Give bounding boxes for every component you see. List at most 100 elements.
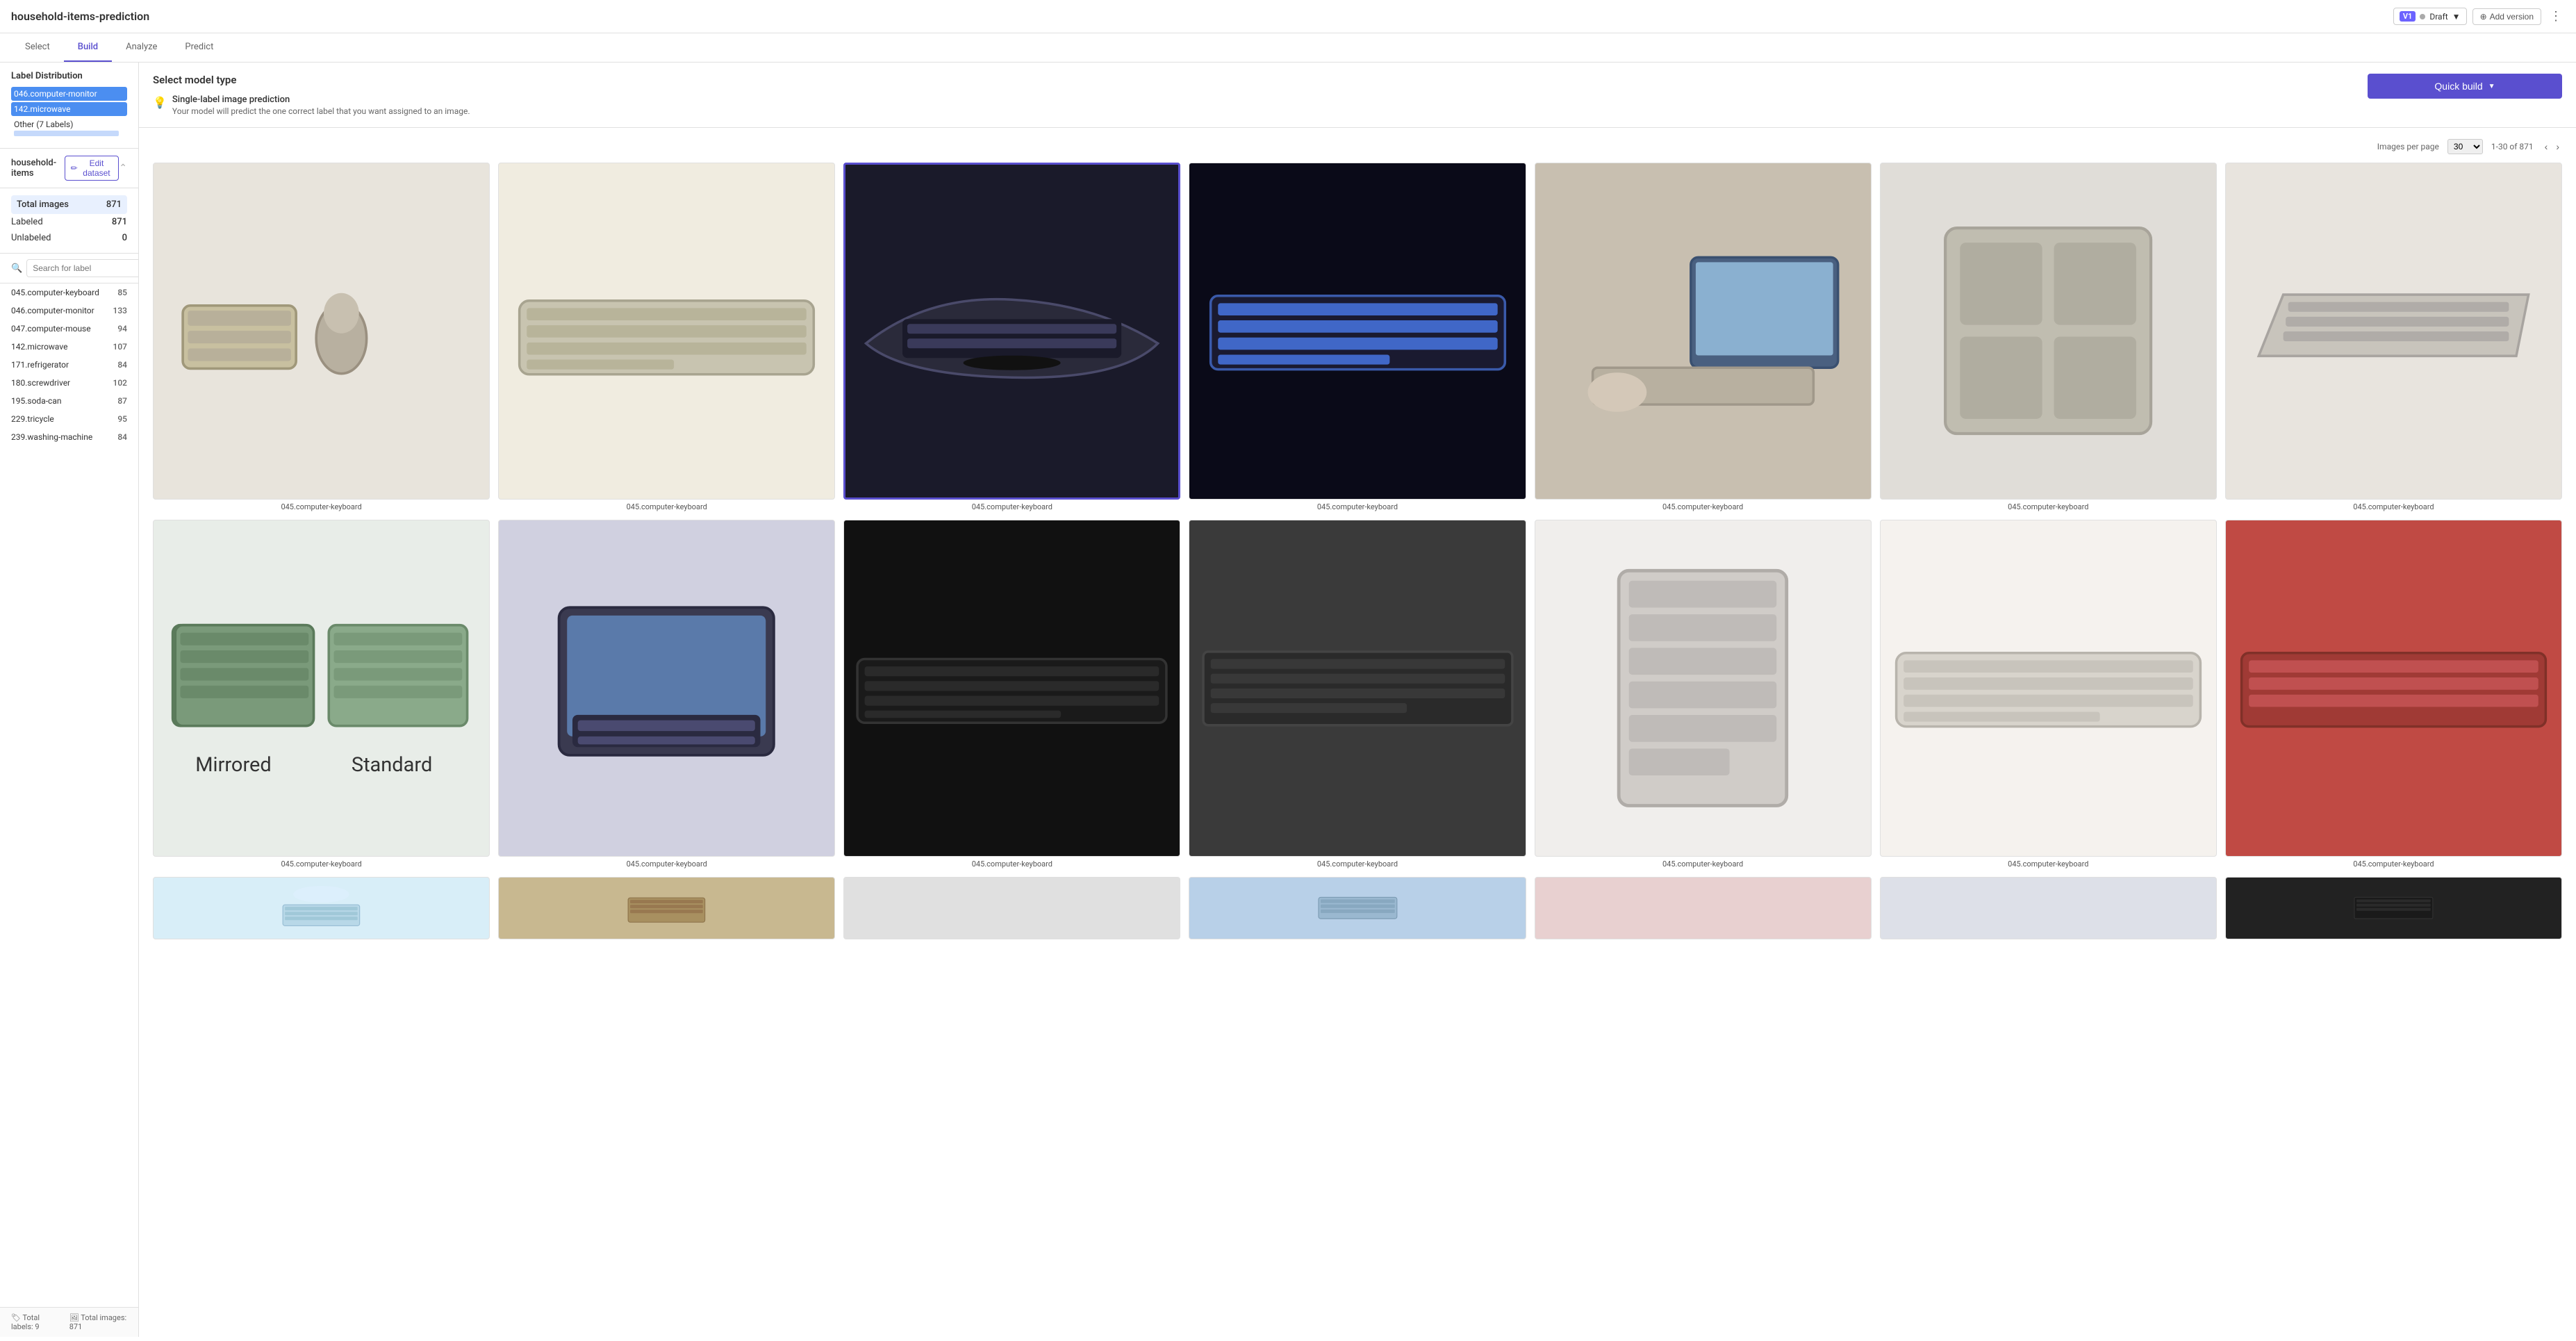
- image-thumb[interactable]: [1880, 877, 2217, 939]
- dist-item-monitor[interactable]: 046.computer-monitor: [11, 87, 127, 101]
- image-thumb[interactable]: [843, 520, 1180, 857]
- labeled-label: Labeled: [11, 217, 43, 227]
- image-thumb[interactable]: [1880, 163, 2217, 500]
- image-label: 045.computer-keyboard: [281, 859, 361, 869]
- image-card: 045.computer-keyboard: [843, 163, 1180, 511]
- image-thumb[interactable]: [498, 520, 835, 857]
- image-card: 045.computer-keyboard: [498, 163, 835, 511]
- image-thumb[interactable]: [153, 163, 490, 500]
- image-card: 045.computer-keyboard: [843, 520, 1180, 869]
- header: household-items-prediction V1 Draft ▼ ⊕ …: [0, 0, 2576, 33]
- svg-text:Mirrored: Mirrored: [195, 753, 271, 777]
- label-count: 85: [117, 288, 127, 297]
- search-icon: 🔍: [11, 263, 22, 274]
- next-page-button[interactable]: ›: [2553, 140, 2562, 154]
- main-layout: Label Distribution 046.computer-monitor …: [0, 63, 2576, 1337]
- dist-item-microwave[interactable]: 142.microwave: [11, 102, 127, 116]
- image-label: 045.computer-keyboard: [627, 859, 707, 869]
- image-thumb[interactable]: [1880, 520, 2217, 857]
- image-thumb[interactable]: [498, 877, 835, 939]
- quick-build-label: Quick build: [2434, 81, 2482, 92]
- label-count: 84: [117, 360, 127, 370]
- image-card: [153, 877, 490, 939]
- label-name: 045.computer-keyboard: [11, 288, 99, 297]
- keyboard-svg: [2243, 887, 2545, 930]
- more-button[interactable]: ⋮: [2547, 6, 2565, 26]
- keyboard-svg: [1931, 213, 2165, 448]
- list-item[interactable]: 046.computer-monitor 133: [0, 302, 138, 320]
- list-item[interactable]: 047.computer-mouse 94: [0, 320, 138, 338]
- model-option-desc: Your model will predict the one correct …: [172, 106, 470, 116]
- list-item[interactable]: 180.screwdriver 102: [0, 374, 138, 392]
- image-thumb[interactable]: [2225, 877, 2562, 939]
- list-item[interactable]: 142.microwave 107: [0, 338, 138, 356]
- image-label: 045.computer-keyboard: [1317, 502, 1398, 511]
- image-card: 045.computer-keyboard: [1189, 163, 1526, 511]
- image-thumb[interactable]: [153, 877, 490, 939]
- footer-stats: 🏷 Total labels: 9 🖼 Total images: 871: [0, 1307, 138, 1337]
- image-thumb[interactable]: [498, 163, 835, 500]
- image-thumb[interactable]: [1189, 163, 1526, 500]
- left-panel: Label Distribution 046.computer-monitor …: [0, 63, 139, 1337]
- stats-section: Total images 871 Labeled 871 Unlabeled 0: [0, 188, 138, 254]
- per-page-select[interactable]: 30 50 100: [2447, 139, 2483, 154]
- tab-predict[interactable]: Predict: [171, 33, 227, 62]
- list-item[interactable]: 239.washing-machine 84: [0, 428, 138, 446]
- image-thumb[interactable]: [843, 163, 1180, 500]
- add-version-button[interactable]: ⊕ Add version: [2472, 8, 2541, 25]
- tab-build[interactable]: Build: [64, 33, 112, 62]
- image-card: 045.computer-keyboard: [1535, 520, 1872, 869]
- label-name: 195.soda-can: [11, 396, 61, 406]
- image-thumb[interactable]: [2225, 163, 2562, 500]
- page-range-label: 1-30 of 871: [2491, 142, 2534, 151]
- tabs-bar: Select Build Analyze Predict: [0, 33, 2576, 63]
- keyboard-svg: Mirrored Standard: [170, 545, 472, 831]
- total-images-count: 871: [106, 199, 122, 210]
- edit-dataset-button[interactable]: ✏ Edit dataset: [65, 156, 119, 181]
- image-card: Mirrored Standard 045.computer-keyboard: [153, 520, 490, 869]
- unlabeled-row: Unlabeled 0: [11, 230, 127, 246]
- image-thumb[interactable]: [1189, 520, 1526, 857]
- list-item[interactable]: 045.computer-keyboard 85: [0, 283, 138, 302]
- tab-analyze[interactable]: Analyze: [112, 33, 171, 62]
- images-area: Images per page 30 50 100 1-30 of 871 ‹ …: [139, 128, 2576, 1337]
- keyboard-svg: [852, 596, 1171, 781]
- keyboard-svg: [1207, 887, 1509, 930]
- dist-bar: [14, 131, 119, 136]
- list-item[interactable]: 195.soda-can 87: [0, 392, 138, 410]
- quick-build-button[interactable]: Quick build ▼: [2368, 74, 2562, 99]
- version-selector[interactable]: V1 Draft ▼: [2393, 8, 2467, 25]
- search-input[interactable]: [26, 259, 139, 277]
- draft-label: Draft: [2429, 12, 2447, 22]
- prev-page-button[interactable]: ‹: [2542, 140, 2551, 154]
- image-label: 045.computer-keyboard: [2008, 859, 2088, 869]
- label-name: 229.tricycle: [11, 414, 54, 424]
- bulb-icon: 💡: [153, 96, 167, 109]
- tab-select[interactable]: Select: [11, 33, 64, 62]
- image-grid: 045.computer-keyboard 045.computer-keyb: [153, 163, 2562, 511]
- image-label: 045.computer-keyboard: [1662, 859, 1743, 869]
- image-thumb[interactable]: [843, 877, 1180, 939]
- image-card: 045.computer-keyboard: [1880, 520, 2217, 869]
- model-option: 💡 Single-label image prediction Your mod…: [153, 94, 2354, 116]
- image-thumb[interactable]: Mirrored Standard: [153, 520, 490, 857]
- dist-item-other[interactable]: Other (7 Labels): [11, 117, 127, 138]
- image-label: 045.computer-keyboard: [972, 859, 1052, 869]
- keyboard-svg: [1198, 231, 1517, 432]
- image-grid-row3: [153, 877, 2562, 939]
- labeled-count: 871: [112, 217, 127, 227]
- model-type-title: Select model type: [153, 74, 2354, 86]
- image-thumb[interactable]: [2225, 520, 2562, 857]
- list-item[interactable]: 229.tricycle 95: [0, 410, 138, 428]
- model-type-info: Select model type 💡 Single-label image p…: [153, 74, 2354, 116]
- image-thumb[interactable]: [1535, 877, 1872, 939]
- list-item[interactable]: 171.refrigerator 84: [0, 356, 138, 374]
- image-card: 045.computer-keyboard: [153, 163, 490, 511]
- image-thumb[interactable]: [1535, 163, 1872, 500]
- image-thumb[interactable]: [1189, 877, 1526, 939]
- image-card: [498, 877, 835, 939]
- collapse-icon[interactable]: ⌃: [119, 163, 127, 174]
- total-images-row: Total images 871: [11, 195, 127, 214]
- image-thumb[interactable]: [1535, 520, 1872, 857]
- label-distribution: Label Distribution 046.computer-monitor …: [0, 63, 138, 149]
